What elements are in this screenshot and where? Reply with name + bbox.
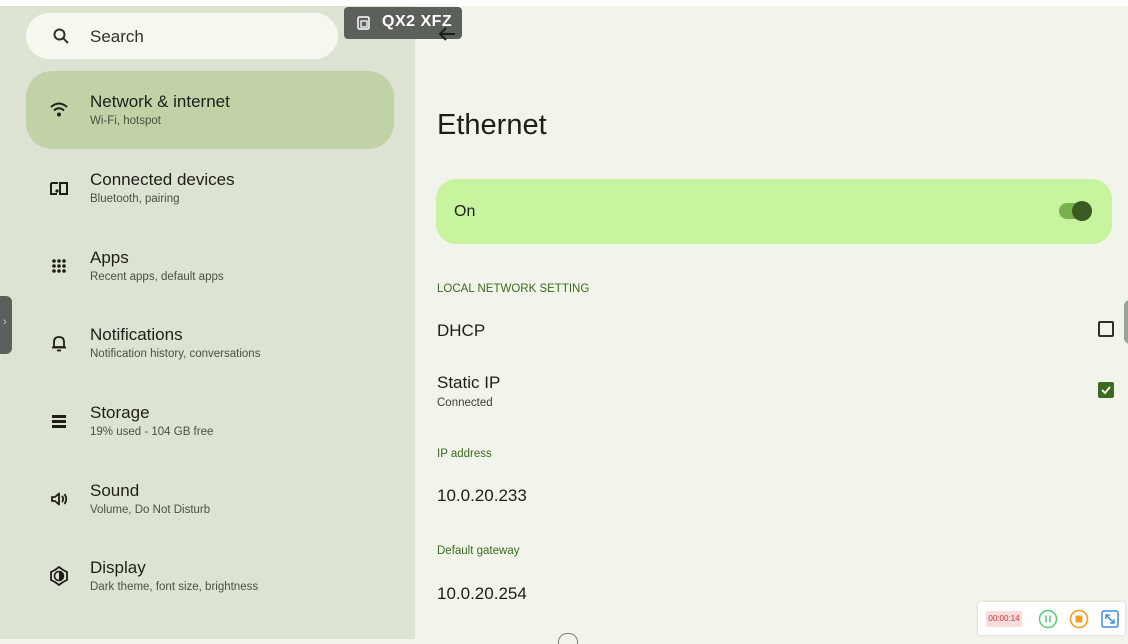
sidebar-item-subtitle: Recent apps, default apps [90,271,224,283]
sidebar-item-subtitle: 19% used - 104 GB free [90,426,214,438]
sidebar-item-subtitle: Volume, Do Not Disturb [90,504,211,516]
recording-time: 00:00:14 [986,611,1022,627]
section-header: LOCAL NETWORK SETTING [437,283,590,295]
sidebar-item-connected-devices[interactable]: Connected devices Bluetooth, pairing [26,149,394,227]
sidebar-item-display[interactable]: Display Dark theme, font size, brightnes… [26,537,394,615]
speaker-icon [51,492,68,506]
gateway-label: Default gateway [437,545,520,557]
gateway-value[interactable]: 10.0.20.254 [437,584,527,604]
storage-icon [52,415,66,428]
dhcp-label[interactable]: DHCP [437,321,485,341]
search-icon [53,28,69,44]
connected-devices-icon [50,182,68,195]
sidebar-item-title: Storage [90,403,150,422]
sidebar: Search Network & internet Wi-Fi, hotspot… [0,6,415,639]
expand-icon[interactable] [1100,609,1120,629]
brightness-icon [50,566,68,586]
sidebar-item-title: Network & internet [90,92,230,111]
static-ip-checkbox[interactable] [1098,382,1114,398]
bell-icon [52,336,66,352]
toggle-label: On [454,203,476,220]
back-arrow-icon[interactable] [438,26,456,42]
sidebar-item-network[interactable]: Network & internet Wi-Fi, hotspot [26,71,394,149]
apps-grid-icon [52,259,66,273]
screen-recorder-widget: 00:00:14 [978,602,1125,635]
static-ip-status: Connected [437,397,493,409]
cast-window-icon [357,16,370,30]
stop-icon[interactable] [1069,609,1089,629]
search-bar[interactable]: Search [26,13,338,59]
sidebar-item-title: Apps [90,248,129,267]
page-title: Ethernet [437,109,547,141]
sidebar-item-subtitle: Wi-Fi, hotspot [90,115,161,127]
sidebar-item-title: Connected devices [90,170,235,189]
ethernet-toggle-card[interactable]: On [436,179,1112,244]
pause-icon[interactable] [1038,609,1058,629]
sidebar-item-apps[interactable]: Apps Recent apps, default apps [26,227,394,305]
dhcp-checkbox[interactable] [1098,321,1114,337]
sidebar-item-storage[interactable]: Storage 19% used - 104 GB free [26,382,394,460]
sidebar-item-notifications[interactable]: Notifications Notification history, conv… [26,304,394,382]
right-edge-handle[interactable] [1124,300,1128,344]
toggle-switch-thumb[interactable] [1072,201,1092,221]
sidebar-item-title: Display [90,558,146,577]
wifi-icon [50,102,68,117]
sidebar-item-subtitle: Bluetooth, pairing [90,193,180,205]
chevron-right-icon: › [3,316,7,328]
sidebar-item-sound[interactable]: Sound Volume, Do Not Disturb [26,460,394,538]
static-ip-label[interactable]: Static IP [437,373,500,393]
ip-address-value[interactable]: 10.0.20.233 [437,486,527,506]
search-label: Search [90,27,144,46]
sidebar-item-subtitle: Notification history, conversations [90,348,261,360]
sidebar-item-subtitle: Dark theme, font size, brightness [90,581,259,593]
sidebar-item-title: Sound [90,481,140,500]
left-edge-handle[interactable]: › [0,296,12,354]
sidebar-item-title: Notifications [90,325,183,344]
ip-address-label: IP address [437,448,492,460]
main-panel [415,6,1128,639]
check-icon [1101,386,1111,395]
